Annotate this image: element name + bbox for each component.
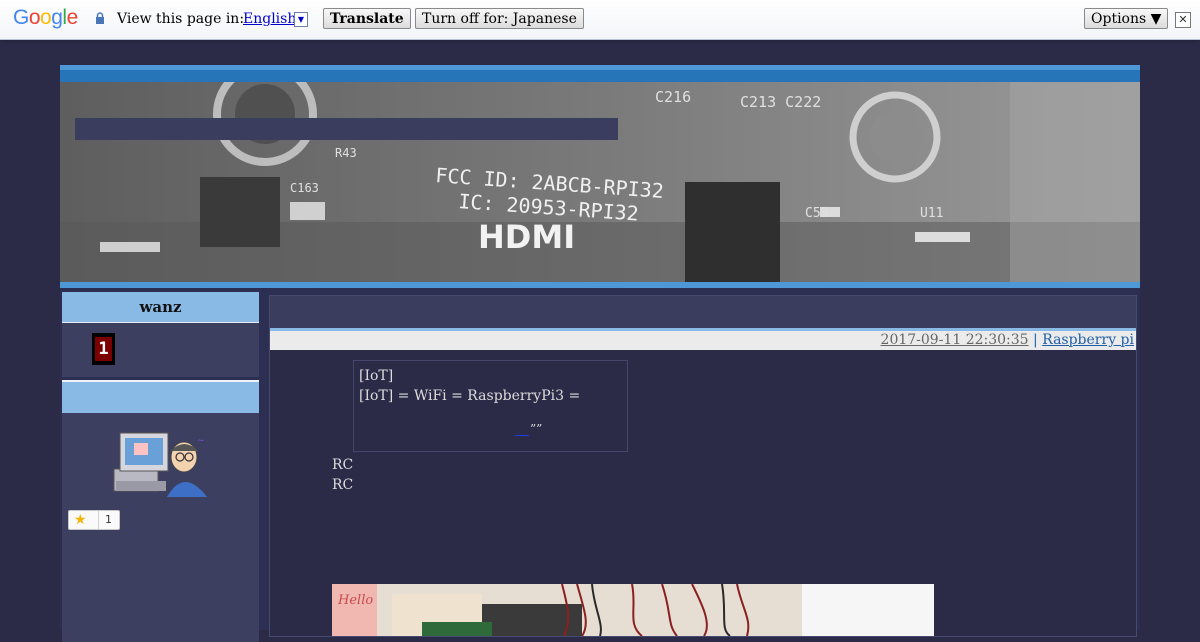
quote-box: [IoT] [IoT] = WiFi = RaspberryPi3 = ”” xyxy=(353,360,628,452)
svg-text:C213 C222: C213 C222 xyxy=(740,93,821,111)
body-text-line: RC xyxy=(332,457,354,473)
quote-line: [IoT] = WiFi = RaspberryPi3 = xyxy=(359,388,581,404)
post-date-link[interactable]: 2017-09-11 22:30:35 xyxy=(881,332,1029,348)
sidebar-box-header xyxy=(62,382,259,413)
post-meta: 2017-09-11 22:30:35 | Raspberry pi xyxy=(270,331,1136,350)
top-stripe xyxy=(60,65,1140,82)
google-logo: Google xyxy=(13,6,78,29)
computer-user-icon: ~ xyxy=(113,432,207,497)
star-widget[interactable]: ★ 1 xyxy=(68,510,120,530)
svg-text:C216: C216 xyxy=(655,88,691,106)
header-banner: FCC ID: 2ABCB-RPI32 IC: 20953-RPI32 HDMI… xyxy=(60,82,1140,282)
quote-marks: ”” xyxy=(530,422,543,436)
svg-text:U11: U11 xyxy=(920,206,943,221)
svg-text:Hello: Hello xyxy=(337,593,373,608)
star-count: 1 xyxy=(105,513,112,526)
meta-separator: | xyxy=(1033,332,1038,348)
post-photo[interactable]: Hello xyxy=(332,584,934,636)
sidebar-avatar-box: ~ ★ 1 xyxy=(62,380,259,642)
language-dropdown-icon[interactable]: ▼ xyxy=(294,12,308,27)
blog-title-bar[interactable] xyxy=(75,118,618,140)
quote-link[interactable] xyxy=(515,423,529,436)
body-text-line: RC xyxy=(332,477,354,493)
quote-line: [IoT] xyxy=(359,368,394,384)
svg-text:HDMI: HDMI xyxy=(478,218,575,256)
close-icon[interactable]: ✕ xyxy=(1175,12,1191,28)
svg-text:~: ~ xyxy=(197,436,205,446)
banner-divider xyxy=(60,282,1140,288)
translate-button[interactable]: Translate xyxy=(323,8,411,29)
turn-off-button[interactable]: Turn off for: Japanese xyxy=(415,8,584,29)
breadboard-photo: Hello xyxy=(332,584,934,636)
post-title-bar xyxy=(270,296,1136,331)
circuit-board-image: FCC ID: 2ABCB-RPI32 IC: 20953-RPI32 HDMI… xyxy=(60,82,1140,282)
profile-name: wanz xyxy=(62,292,259,323)
main-content: 2017-09-11 22:30:35 | Raspberry pi [IoT]… xyxy=(269,295,1137,637)
star-icon[interactable]: ★ xyxy=(74,512,87,528)
blog-frame: FCC ID: 2ABCB-RPI32 IC: 20953-RPI32 HDMI… xyxy=(60,65,1140,642)
access-counter: 1 xyxy=(92,333,115,365)
post-category-link[interactable]: Raspberry pi xyxy=(1042,332,1136,348)
sidebar-profile: wanz 1 xyxy=(62,292,259,377)
svg-text:R43: R43 xyxy=(335,146,357,160)
options-button[interactable]: Options ▼ xyxy=(1084,8,1169,29)
lock-icon xyxy=(96,12,104,24)
svg-text:C163: C163 xyxy=(290,181,319,195)
svg-text:C55: C55 xyxy=(805,206,828,221)
view-page-label: View this page in: xyxy=(117,11,245,27)
translate-bar: Google View this page in: English ▼ Tran… xyxy=(0,0,1200,40)
language-link[interactable]: English xyxy=(243,11,296,27)
